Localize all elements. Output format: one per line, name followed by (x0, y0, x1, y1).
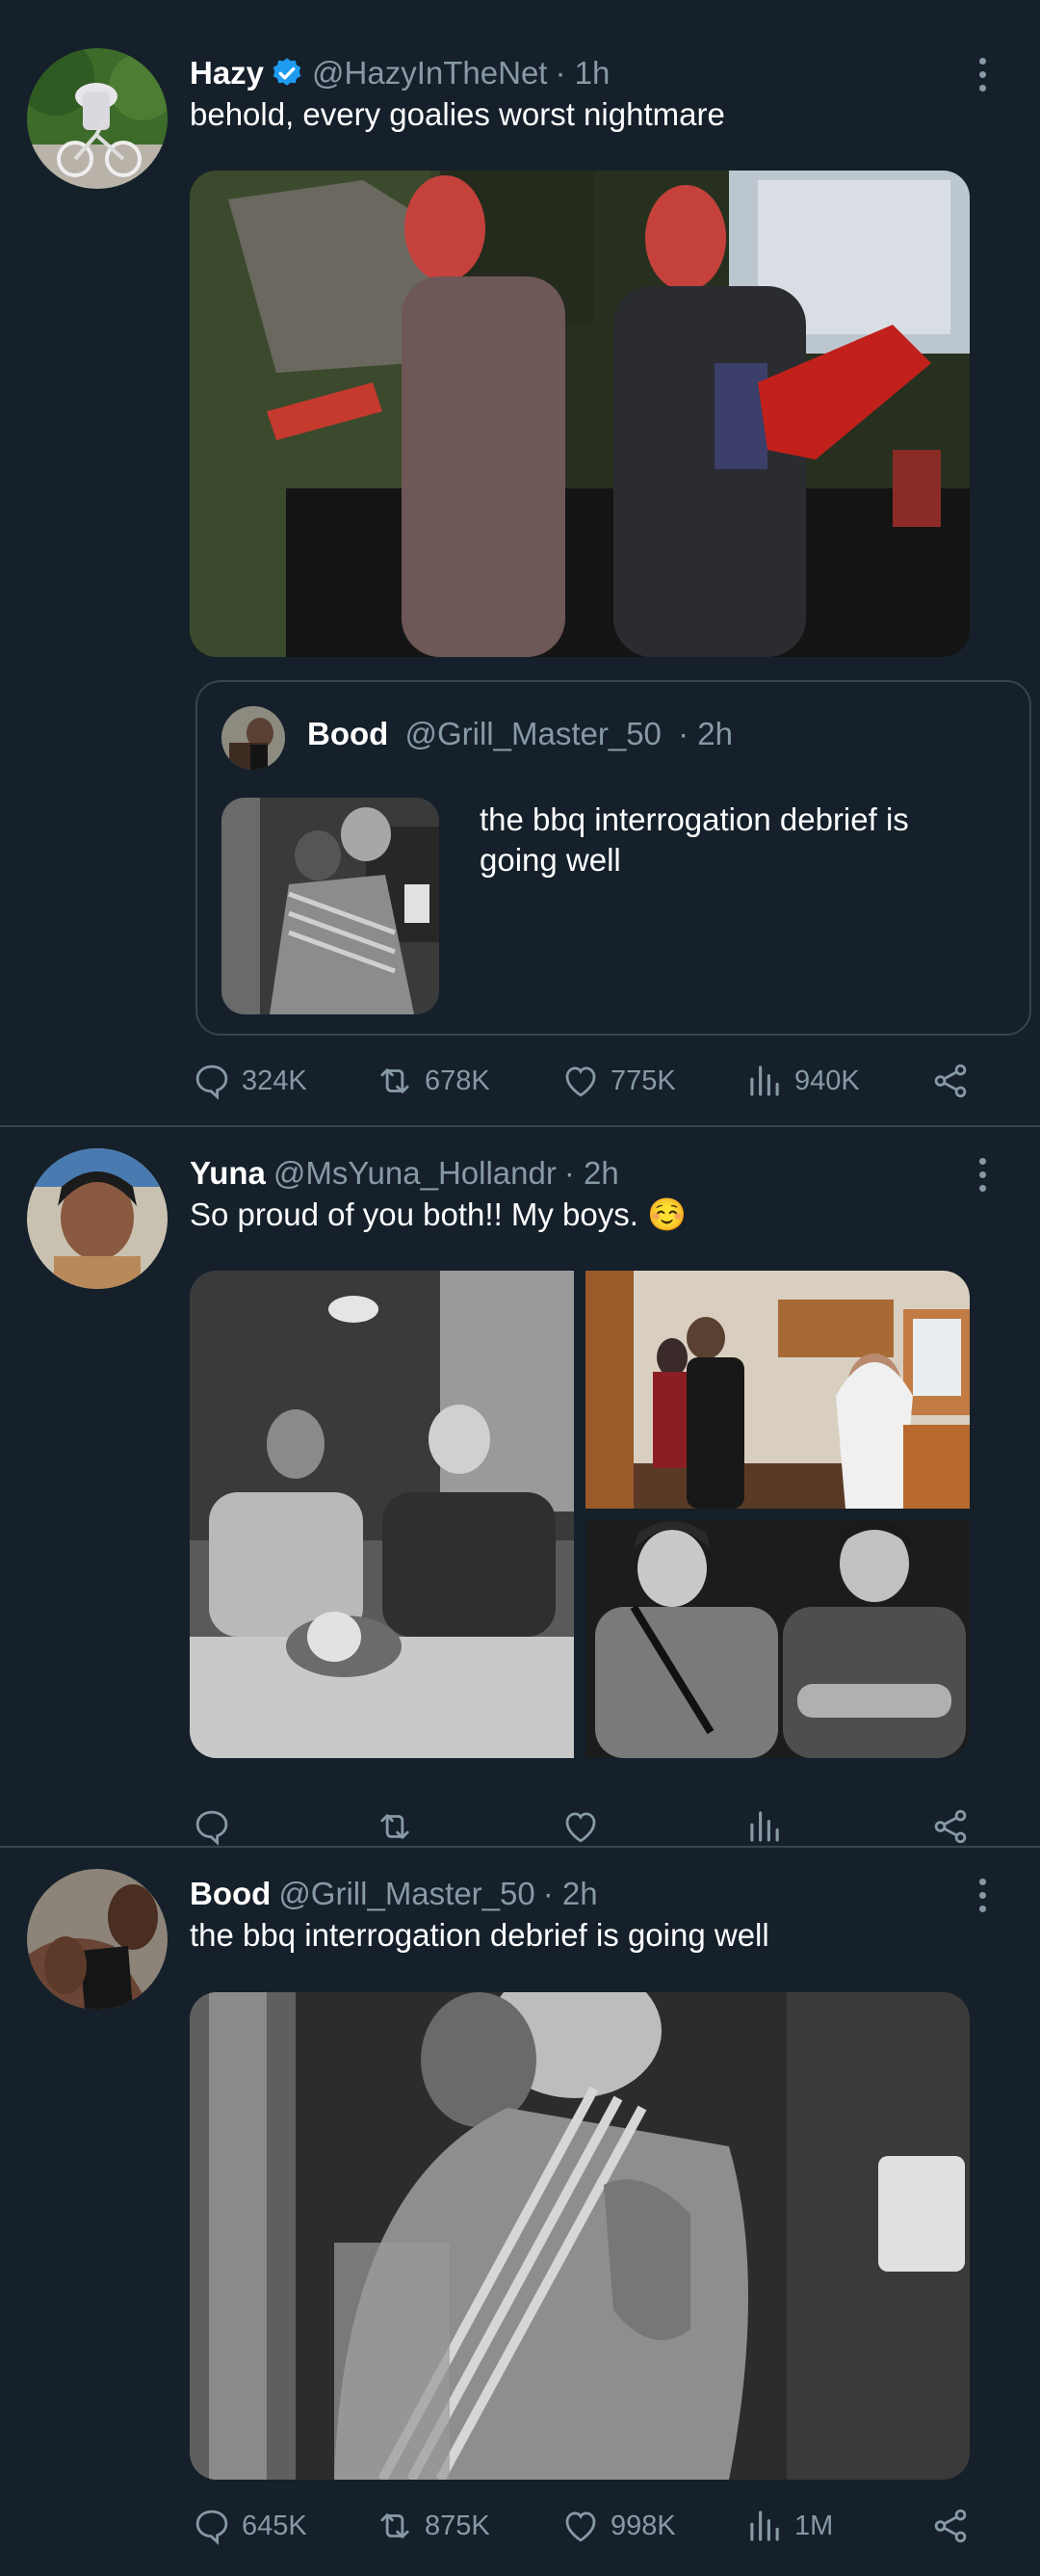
tweet-time: · 2h (542, 1876, 598, 1911)
author-handle[interactable]: @MsYuna_Hollandr (273, 1155, 557, 1192)
tweet-header: Hazy @HazyInTheNet · 1h (190, 52, 610, 94)
views-count: 1M (794, 2510, 834, 2541)
share-button[interactable] (930, 1802, 980, 1851)
tweet-actions (190, 1802, 979, 1851)
reply-icon (192, 2506, 232, 2546)
views-count: 940K (794, 1065, 860, 1096)
quote-text-line-2: going well (480, 842, 621, 878)
like-button[interactable]: 775K (560, 1057, 676, 1105)
tweet-text: the bbq interrogation debrief is going w… (190, 1917, 769, 1953)
tweet-text: So proud of you both!! My boys. ☺️ (190, 1196, 688, 1232)
quoted-tweet[interactable]: Bood @Grill_Master_50 · 2h the bbq inter… (195, 680, 1031, 1036)
views-icon (744, 1061, 785, 1101)
retweet-icon (375, 1806, 415, 1847)
bood-avatar-image (27, 1869, 168, 2010)
like-count: 998K (611, 2510, 676, 2541)
reply-icon (192, 1806, 232, 1847)
reply-count: 324K (242, 1065, 307, 1096)
retweet-count: 678K (425, 1065, 490, 1096)
like-icon (560, 1806, 601, 1847)
photo-3[interactable] (585, 1520, 970, 1758)
share-button[interactable] (930, 2502, 980, 2550)
reply-count: 645K (242, 2510, 307, 2541)
avatar[interactable] (27, 1148, 168, 1289)
retweet-button[interactable] (375, 1802, 425, 1851)
retweet-icon (375, 2506, 415, 2546)
more-icon[interactable] (973, 56, 992, 94)
photo-2-image (585, 1271, 970, 1509)
tweet-media[interactable] (190, 171, 970, 657)
tweet-photo (190, 1992, 970, 2480)
retweet-button[interactable]: 875K (375, 2502, 490, 2550)
share-icon (930, 2506, 971, 2546)
tweet-1[interactable]: Hazy @HazyInTheNet · 1h behold, every go… (0, 0, 1040, 1125)
share-button[interactable] (930, 1057, 980, 1105)
views-icon (744, 1806, 785, 1847)
like-icon (560, 2506, 601, 2546)
verified-badge-icon (270, 56, 304, 91)
reply-button[interactable] (192, 1802, 242, 1851)
views-button[interactable]: 1M (744, 2502, 833, 2550)
reply-button[interactable]: 645K (192, 2502, 307, 2550)
yuna-avatar-image (27, 1148, 168, 1289)
quote-photo (221, 798, 439, 1014)
retweet-button[interactable]: 678K (375, 1057, 490, 1105)
person-bicycle-avatar-image (27, 48, 168, 189)
quote-time: · 2h (678, 716, 733, 751)
author-name[interactable]: Bood (190, 1876, 271, 1912)
author-handle[interactable]: @Grill_Master_50 (278, 1876, 534, 1912)
photo-1-image (190, 1271, 574, 1758)
like-button[interactable] (560, 1802, 611, 1851)
tweet-3[interactable]: Bood @Grill_Master_50 · 2h the bbq inter… (0, 1848, 1040, 2576)
tweet-time: · 1h (555, 55, 611, 91)
quote-media[interactable] (221, 798, 439, 1014)
tweet-time: · 2h (563, 1155, 619, 1191)
reply-button[interactable]: 324K (192, 1057, 307, 1105)
avatar[interactable] (27, 1869, 168, 2010)
quote-author-handle[interactable]: @Grill_Master_50 (404, 716, 661, 751)
like-button[interactable]: 998K (560, 2502, 676, 2550)
retweet-count: 875K (425, 2510, 490, 2541)
tweet-2[interactable]: Yuna @MsYuna_Hollandr · 2h So proud of y… (0, 1127, 1040, 1846)
like-count: 775K (611, 1065, 676, 1096)
share-icon (930, 1061, 971, 1101)
views-button[interactable] (744, 1802, 794, 1851)
author-name[interactable]: Yuna (190, 1155, 266, 1192)
like-icon (560, 1061, 601, 1101)
retweet-icon (375, 1061, 415, 1101)
quote-avatar-image (221, 706, 285, 770)
tweet-actions: 645K 875K 998K 1M (190, 2502, 979, 2550)
more-icon[interactable] (973, 1156, 992, 1195)
quote-header: Bood @Grill_Master_50 · 2h (307, 716, 733, 752)
tweet-actions: 324K 678K 775K 940K (190, 1057, 979, 1105)
tweet-header: Bood @Grill_Master_50 · 2h (190, 1873, 598, 1915)
reply-icon (192, 1061, 232, 1101)
photo-3-image (585, 1520, 970, 1758)
views-icon (744, 2506, 785, 2546)
share-icon (930, 1806, 971, 1847)
photo-2[interactable] (585, 1271, 970, 1509)
quote-author-name[interactable]: Bood (307, 716, 388, 751)
more-icon[interactable] (973, 1877, 992, 1915)
tweet-media[interactable] (190, 1992, 970, 2480)
author-handle[interactable]: @HazyInTheNet (312, 55, 547, 92)
avatar[interactable] (27, 48, 168, 189)
photo-1[interactable] (190, 1271, 574, 1758)
quote-avatar[interactable] (221, 706, 285, 770)
tweet-header: Yuna @MsYuna_Hollandr · 2h (190, 1152, 619, 1195)
tweet-text: behold, every goalies worst nightmare (190, 96, 725, 132)
author-name[interactable]: Hazy (190, 55, 264, 92)
tweet-media-grid (190, 1271, 970, 1758)
views-button[interactable]: 940K (744, 1057, 860, 1105)
quote-text-line-1: the bbq interrogation debrief is (480, 802, 909, 837)
tweet-photo (190, 171, 970, 657)
